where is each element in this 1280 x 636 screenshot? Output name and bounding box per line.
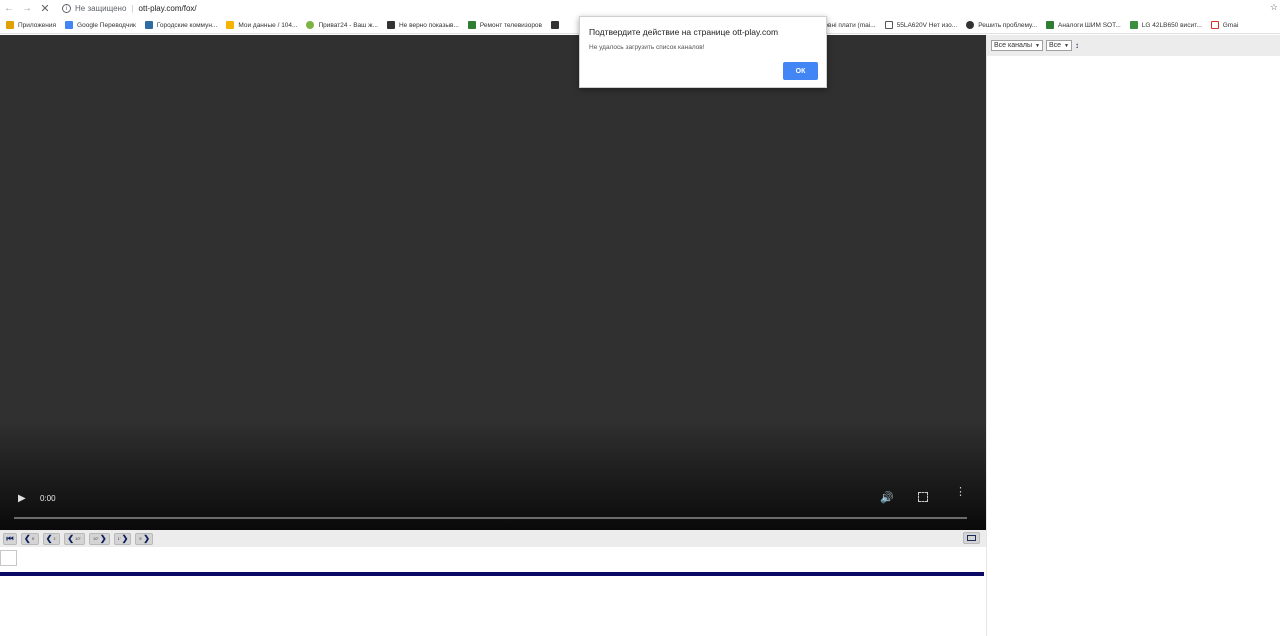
sort-icon[interactable]: ↕ xyxy=(1075,41,1079,50)
fullscreen-icon[interactable] xyxy=(918,492,928,502)
fix-icon xyxy=(966,21,975,29)
info-icon[interactable]: i xyxy=(62,4,71,13)
seek-back-1min-button[interactable]: ❮ 1' xyxy=(42,532,61,545)
video-player[interactable]: ▶ 0:00 🔊 ⋮ xyxy=(0,35,986,530)
tv-icon xyxy=(467,21,476,29)
bookmark-55la620v[interactable]: 55LA620V Нет изо... xyxy=(884,21,957,29)
url-separator: | xyxy=(131,4,134,13)
ok-button[interactable]: ОК xyxy=(783,62,818,80)
bookmark-star-icon[interactable]: ☆ xyxy=(1270,2,1278,13)
bookmark-lg-42lb650[interactable]: LG 42LB650 висит... xyxy=(1129,21,1202,29)
channel-panel: Все каналы ▼ Все ▼ ↕ xyxy=(986,35,1280,636)
privat-icon xyxy=(306,21,315,29)
apps-icon xyxy=(6,21,14,29)
alert-dialog: Подтвердите действие на странице ott-pla… xyxy=(579,16,827,88)
progress-bar[interactable] xyxy=(14,517,967,519)
chevron-down-icon: ▼ xyxy=(1064,42,1069,49)
current-time: 0:00 xyxy=(40,494,56,503)
chevron-left-icon: ❮ xyxy=(45,533,53,543)
chevron-down-icon: ▼ xyxy=(1035,42,1040,49)
translate-icon xyxy=(65,21,74,29)
gmail-icon xyxy=(1210,21,1219,29)
back-icon[interactable]: ← xyxy=(0,0,18,17)
rp-icon xyxy=(386,21,395,29)
lg-icon xyxy=(1129,21,1138,29)
page-icon xyxy=(551,21,559,29)
address-bar: ← → ✕ i Не защищено | ott-play.com/fox/ … xyxy=(0,0,1280,17)
bookmark-privat24[interactable]: Приват24 - Ваш ж... xyxy=(306,21,378,29)
bookmark-apps[interactable]: Приложения xyxy=(6,21,56,29)
seek-start-button[interactable]: ⏮ xyxy=(3,532,17,545)
bookmark-google-translate[interactable]: Google Переводчик xyxy=(65,21,136,29)
forward-icon[interactable]: → xyxy=(18,0,36,17)
bookmark-gmail[interactable]: Gmai xyxy=(1210,21,1238,29)
chevron-right-icon: ❯ xyxy=(143,533,150,543)
seek-forward-5min-button[interactable]: 5' ❯ xyxy=(135,532,153,545)
channel-filter-select[interactable]: Все ▼ xyxy=(1045,40,1072,51)
building-icon xyxy=(144,21,153,29)
tv-icon xyxy=(967,535,976,541)
channel-filter-bar: Все каналы ▼ Все ▼ ↕ xyxy=(987,35,1280,56)
channel-group-select[interactable]: Все каналы ▼ xyxy=(991,40,1043,51)
seek-forward-10s-button[interactable]: 10" ❯ xyxy=(88,532,110,545)
gas-icon xyxy=(226,21,235,29)
dialog-title: Подтвердите действие на странице ott-pla… xyxy=(589,27,779,37)
seek-back-5min-button[interactable]: ❮ 5' xyxy=(21,532,39,545)
seek-back-10s-button[interactable]: ❮ 10" xyxy=(64,532,85,545)
url-field[interactable]: ott-play.com/fox/ xyxy=(139,4,197,13)
chevron-right-icon: ❯ xyxy=(121,533,129,543)
more-options-icon[interactable]: ⋮ xyxy=(955,487,966,498)
play-icon[interactable]: ▶ xyxy=(18,493,30,505)
bookmark-page[interactable] xyxy=(551,21,563,29)
stop-loading-icon[interactable]: ✕ xyxy=(36,0,54,17)
bookmark-pwm-analogs[interactable]: Аналоги ШИМ SOT... xyxy=(1046,21,1121,29)
security-status[interactable]: Не защищено xyxy=(75,4,126,13)
divider-line xyxy=(0,572,984,576)
chevron-left-icon: ❮ xyxy=(24,533,31,543)
chevron-left-icon: ❮ xyxy=(67,533,75,543)
tv-mode-button[interactable] xyxy=(963,532,980,544)
bookmark-fix-problem[interactable]: Решить проблему... xyxy=(966,21,1037,29)
seek-forward-1min-button[interactable]: 1' ❯ xyxy=(113,532,132,545)
volume-icon[interactable]: 🔊 xyxy=(880,491,894,504)
tv-outline-icon xyxy=(884,21,893,29)
bookmark-wrong-display[interactable]: Не верно показыв... xyxy=(386,21,459,29)
small-input-box[interactable] xyxy=(0,550,17,566)
chip-icon xyxy=(1046,21,1055,29)
seek-toolbar: ⏮ ❮ 5' ❮ 1' ❮ 10" 10" ❯ 1' ❯ 5' ❯ xyxy=(0,530,986,547)
bookmark-city-utilities[interactable]: Городские коммун... xyxy=(144,21,217,29)
chevron-right-icon: ❯ xyxy=(99,533,107,543)
skip-start-icon: ⏮ xyxy=(6,533,14,543)
bookmark-my-data[interactable]: Мои данные / 104... xyxy=(226,21,297,29)
dialog-message: Не удалось загрузить список каналов! xyxy=(589,44,705,51)
bookmark-tv-repair[interactable]: Ремонт телевизоров xyxy=(467,21,542,29)
